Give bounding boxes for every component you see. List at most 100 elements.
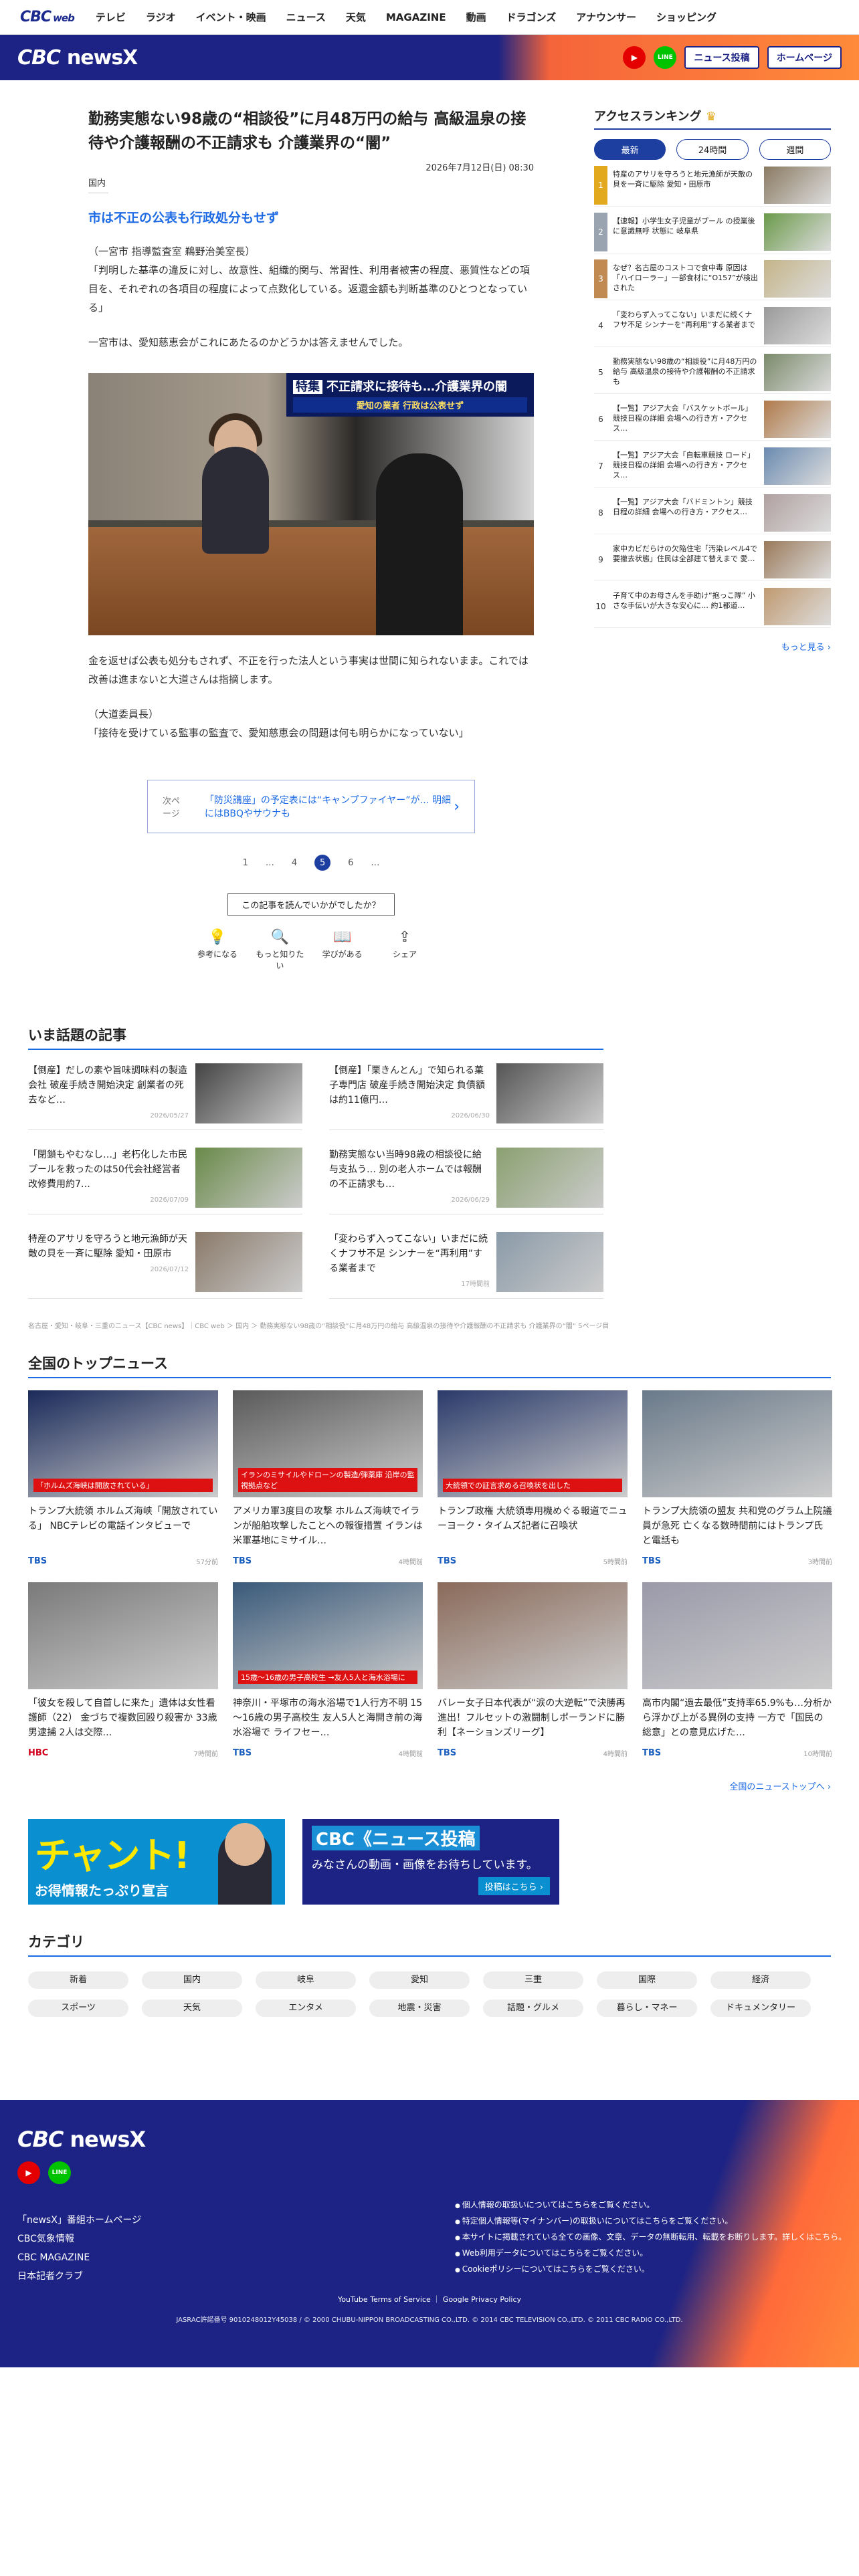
feedback-option[interactable]: ⇪ シェア xyxy=(378,929,432,971)
category-chip[interactable]: 話題・グルメ xyxy=(483,2000,583,2017)
category-chip[interactable]: 三重 xyxy=(483,1971,583,1989)
topnews-item[interactable]: トランプ大統領の盟友 共和党のグラム上院議員が急死 亡くなる数時間前にはトランプ… xyxy=(642,1390,832,1566)
category-chip[interactable]: ドキュメンタリー xyxy=(710,2000,811,2017)
feedback-option[interactable]: 🔍 もっと知りたい xyxy=(253,929,306,971)
ranking-item[interactable]: 7 【一覧】アジア大会「自転車競技 ロード」競技日程の詳細 会場への行き方・アクセ… xyxy=(594,447,831,488)
topnews-item[interactable]: 「ホルムズ海峡は開放されている」 トランプ大統領 ホルムズ海峡「開放されている」 … xyxy=(28,1390,218,1566)
homepage-button[interactable]: ホームページ xyxy=(767,46,842,69)
topnews-item[interactable]: 「彼女を殺して自首しに来た」遺体は女性看護師（22） 金づちで複数回殴り殺害か … xyxy=(28,1582,218,1758)
trending-item[interactable]: 【倒産】「栗きんとん」で知られる菓子専門店 破産手続き開始決定 負債額は約11億… xyxy=(329,1063,603,1130)
category-chip[interactable]: 岐阜 xyxy=(256,1971,356,1989)
ranking-item[interactable]: 5 勤務実態ない98歳の“相談役”に月48万円の給与 高級温泉の接待や介護報酬の不… xyxy=(594,353,831,394)
topnews-item[interactable]: 大統領での証言求める召喚状を出した トランプ政権 大統領専用機めぐる報道でニューヨ… xyxy=(438,1390,628,1566)
article-category[interactable]: 国内 xyxy=(88,176,108,193)
footer-logo[interactable]: CBC newsX xyxy=(17,2127,842,2152)
nav-item[interactable]: テレビ xyxy=(96,11,126,23)
banner-person-face xyxy=(225,1823,265,1866)
logo-sub: web xyxy=(53,12,75,24)
category-chip[interactable]: 国際 xyxy=(597,1971,697,1989)
trending-item-title: 特産のアサリを守ろうと地元漁師が天敵の貝を一斉に駆除 愛知・田原市 xyxy=(28,1234,187,1259)
topnews-item-title: トランプ政権 大統領専用機めぐる報道でニューヨーク・タイムズ記者に召喚状 xyxy=(438,1506,628,1531)
line-icon[interactable]: LINE xyxy=(654,46,677,69)
news-post-button[interactable]: ニュース投稿 xyxy=(684,46,759,69)
topnews-more-link[interactable]: 全国のニューストップへ › xyxy=(28,1780,831,1792)
category-chip[interactable]: 国内 xyxy=(142,1971,242,1989)
footer-policy-link[interactable]: 本サイトに掲載されている全ての画像、文章、データの無断転用、転載をお断りします。… xyxy=(455,2230,846,2246)
youtube-icon[interactable]: ▶ xyxy=(623,46,646,69)
ranking-item-title: 「変わらず入ってこない」いまだに続くナフサ不足 シンナーを“再利用”する業者まで xyxy=(613,310,755,329)
ranking-item[interactable]: 2 【速報】小学生女子児童がプール の授業後に意識無呼 状態に 岐阜県 xyxy=(594,212,831,253)
ranking-item[interactable]: 8 【一覧】アジア大会「バドミントン」競技日程の詳細 会場への行き方・アクセス… xyxy=(594,494,831,534)
ranking-item-title: 特産のアサリを守ろうと地元漁師が天敵の貝を一斉に駆除 愛知・田原市 xyxy=(613,169,753,189)
chevron-right-icon: › xyxy=(454,798,460,815)
page-link[interactable]: 6 xyxy=(348,858,353,868)
trending-item[interactable]: 「変わらず入ってこない」いまだに続くナフサ不足 シンナーを“再利用”する業者まで… xyxy=(329,1232,603,1299)
cbc-web-logo[interactable]: CBC web xyxy=(20,9,75,25)
category-chip[interactable]: エンタメ xyxy=(256,2000,356,2017)
nav-item[interactable]: ニュース xyxy=(286,11,326,23)
ranking-tab[interactable]: 最新 xyxy=(594,139,666,160)
trending-item[interactable]: 【倒産】だしの素や旨味調味料の製造会社 破産手続き開始決定 創業者の死去など… 2… xyxy=(28,1063,302,1130)
nav-item[interactable]: 動画 xyxy=(466,11,486,23)
page-link[interactable]: 4 xyxy=(292,858,297,868)
trending-item[interactable]: 特産のアサリを守ろうと地元漁師が天敵の貝を一斉に駆除 愛知・田原市 2026/07… xyxy=(28,1232,302,1299)
footer-policy-link[interactable]: Web利用データについてはこちらをご覧ください。 xyxy=(455,2246,846,2262)
trending-item-date: 2026/07/09 xyxy=(150,1196,189,1204)
feedback-option[interactable]: 📖 学びがある xyxy=(316,929,369,971)
news-post-banner-button[interactable]: 投稿はこちら › xyxy=(478,1877,550,1895)
trending-item[interactable]: 勤務実態ない当時98歳の相談役に給与支払う… 別の老人ホームでは報酬の不正請求も… xyxy=(329,1148,603,1214)
nav-item[interactable]: アナウンサー xyxy=(576,11,636,23)
footer-terms[interactable]: YouTube Terms of Service ｜ Google Privac… xyxy=(0,2294,859,2304)
topnews-item[interactable]: イランのミサイルやドローンの製造/弾薬庫 沿岸の監視拠点など アメリカ軍3度目の攻… xyxy=(233,1390,423,1566)
category-chip[interactable]: 天気 xyxy=(142,2000,242,2017)
ranking-number: 5 xyxy=(598,367,603,377)
topnews-source: TBS xyxy=(438,1748,457,1758)
topnews-item[interactable]: バレー女子日本代表が“涙の大逆転”で決勝再進出！フルセットの激闘制しポーランドに… xyxy=(438,1582,628,1758)
next-page-link[interactable]: 次ページ 「防災講座」の予定表には“キャンプファイヤー”が… 明細にはBBQやサ… xyxy=(147,780,475,833)
ranking-item[interactable]: 1 特産のアサリを守ろうと地元漁師が天敵の貝を一斉に駆除 愛知・田原市 xyxy=(594,165,831,207)
newsx-logo[interactable]: CBC newsX xyxy=(17,46,138,70)
category-chip[interactable]: 経済 xyxy=(710,1971,811,1989)
nav-item[interactable]: ドラゴンズ xyxy=(506,11,557,23)
category-chip[interactable]: 新着 xyxy=(28,1971,128,1989)
ranking-item[interactable]: 10 子育て中のお母さんを手助け“抱っこ隊” 小さな手伝いが大きな安心に… 約1都… xyxy=(594,587,831,628)
category-chip[interactable]: 暮らし・マネー xyxy=(597,2000,697,2017)
ranking-item[interactable]: 6 【一覧】アジア大会「バスケットボール」競技日程の詳細 会場への行き方・アクセス… xyxy=(594,400,831,441)
trending-thumbnail xyxy=(195,1232,302,1292)
feedback-icon: 📖 xyxy=(332,929,352,946)
ranking-more-link[interactable]: もっと見る › xyxy=(594,640,831,653)
footer-line-icon[interactable]: LINE xyxy=(48,2161,71,2184)
nav-item[interactable]: イベント・映画 xyxy=(196,11,266,23)
trending-item-title: 勤務実態ない当時98歳の相談役に給与支払う… 別の老人ホームでは報酬の不正請求も… xyxy=(329,1150,482,1190)
ranking-tab[interactable]: 24時間 xyxy=(676,139,749,160)
footer-policy-link[interactable]: 個人情報の取扱いについてはこちらをご覧ください。 xyxy=(455,2197,846,2214)
topnews-thumbnail: 15歳～16歳の男子高校生 →友人5人と海水浴場に xyxy=(233,1582,423,1689)
ranking-item[interactable]: 4 「変わらず入ってこない」いまだに続くナフサ不足 シンナーを“再利用”する業者ま… xyxy=(594,306,831,347)
category-chip[interactable]: スポーツ xyxy=(28,2000,128,2017)
nav-item[interactable]: ラジオ xyxy=(146,11,176,23)
category-chip[interactable]: 地震・災害 xyxy=(369,2000,470,2017)
topnews-item[interactable]: 15歳～16歳の男子高校生 →友人5人と海水浴場に 神奈川・平塚市の海水浴場で1人… xyxy=(233,1582,423,1758)
topnews-item[interactable]: 高市内閣“過去最低”支持率65.9%も…分析から浮かび上がる異例の支持 一方で「… xyxy=(642,1582,832,1758)
chant-banner[interactable]: チャント! お得情報たっぷり宣言 xyxy=(28,1819,285,1905)
ranking-title-text: アクセスランキング xyxy=(594,110,702,124)
news-post-banner[interactable]: CBC《ニュース投稿 みなさんの動画・画像をお待ちしています。 投稿はこちら › xyxy=(302,1819,559,1905)
ranking-item[interactable]: 9 家中カビだらけの欠陥住宅「汚染レベル4で要撤去状態」住民は全部建て替えまで 愛… xyxy=(594,540,831,581)
ranking-tab[interactable]: 週間 xyxy=(759,139,831,160)
nav-item[interactable]: MAGAZINE xyxy=(386,11,446,23)
topnews-source: TBS xyxy=(233,1556,252,1566)
nav-item[interactable]: 天気 xyxy=(346,11,366,23)
breadcrumb[interactable]: 名古屋・愛知・岐阜・三重のニュース【CBC news】｜CBC web ＞ 国内… xyxy=(28,1320,777,1330)
footer-policy-link[interactable]: Cookieポリシーについてはこちらをご覧ください。 xyxy=(455,2262,846,2278)
feedback-box: この記事を読んでいかがでしたか？ 💡 参考になる 🔍 もっと知りたい 📖 学びがある ⇪ シェ… xyxy=(191,893,432,971)
page-link[interactable]: 5 xyxy=(314,855,331,871)
footer-youtube-icon[interactable]: ▶ xyxy=(17,2161,40,2184)
feedback-icon: 🔍 xyxy=(270,929,290,946)
footer-policy-link[interactable]: 特定個人情報等(マイナンバー)の取扱いについてはこちらをご覧ください。 xyxy=(455,2214,846,2230)
feedback-option[interactable]: 💡 参考になる xyxy=(191,929,244,971)
page-link[interactable]: 1 xyxy=(243,858,248,868)
category-chip[interactable]: 愛知 xyxy=(369,1971,470,1989)
nav-item[interactable]: ショッピング xyxy=(656,11,717,23)
ranking-item[interactable]: 3 なぜ？名古屋のコストコで食中毒 原因は「ハイローラー」一部食材に“O157”が… xyxy=(594,259,831,300)
trending-item[interactable]: 「閉鎖もやむなし…」老朽化した市民プールを救ったのは50代会社経営者 改修費用約… xyxy=(28,1148,302,1214)
